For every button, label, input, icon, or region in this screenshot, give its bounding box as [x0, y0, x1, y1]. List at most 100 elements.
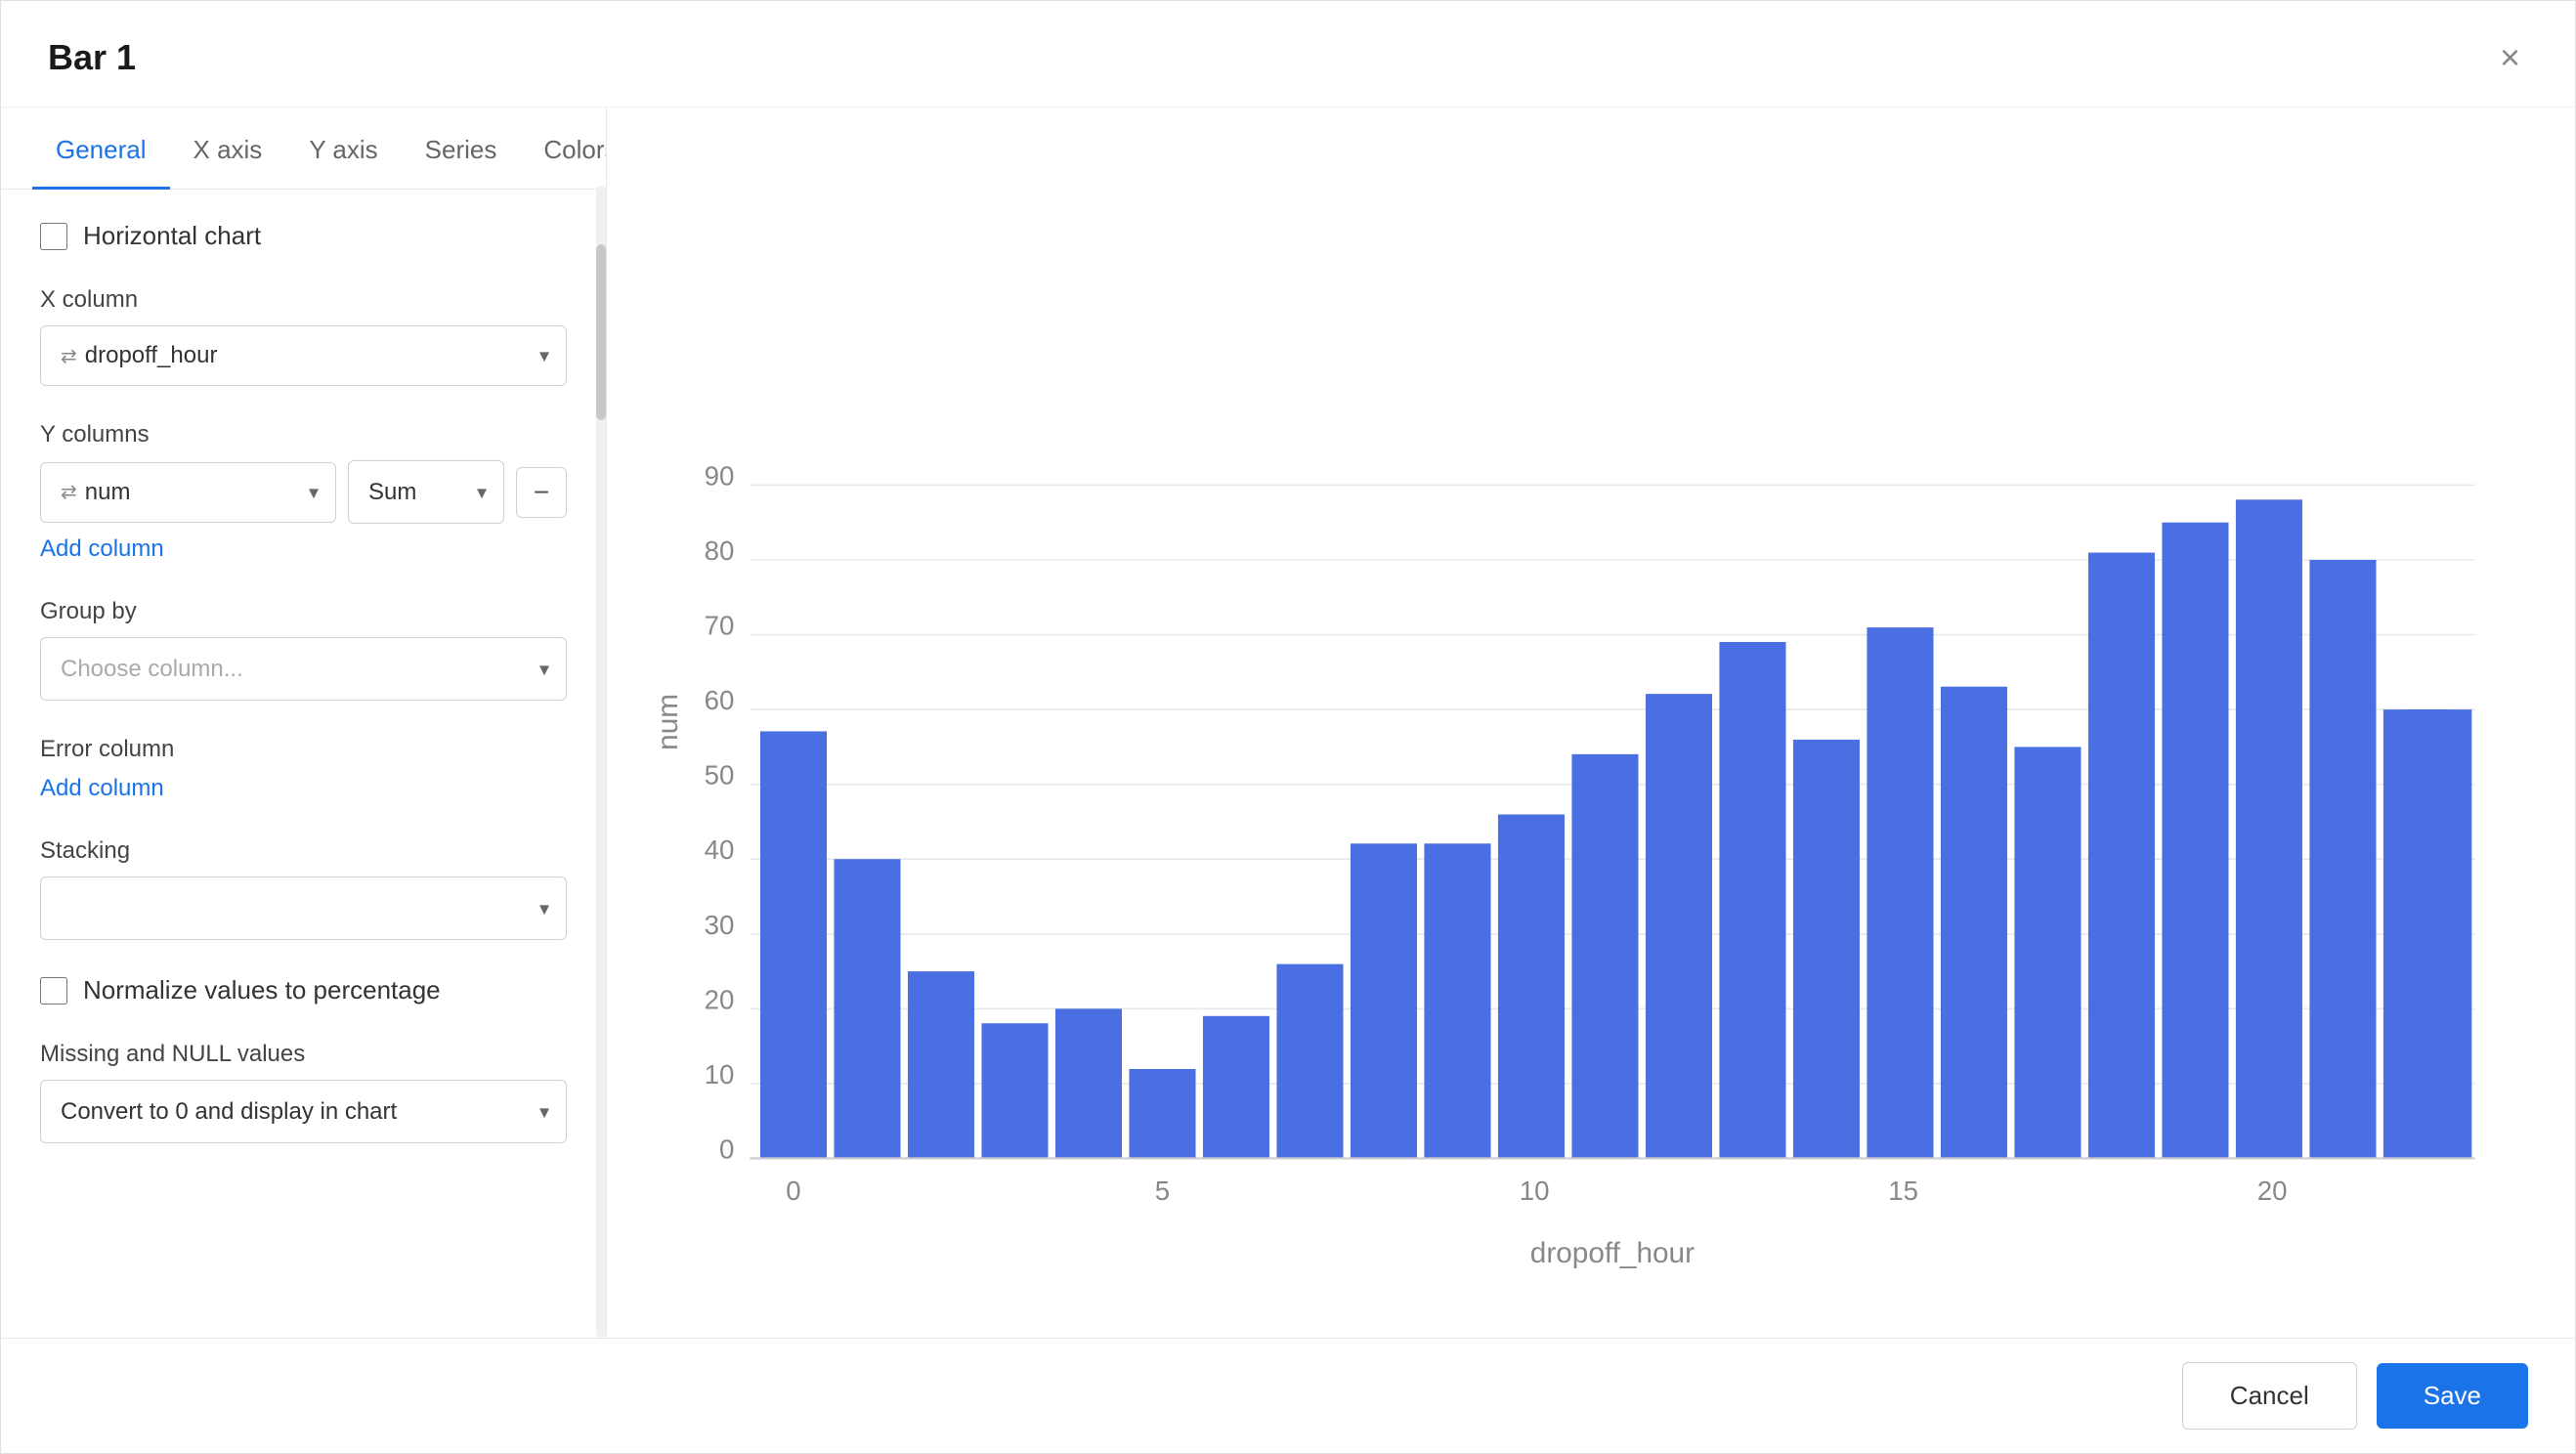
- bar-3: [981, 1023, 1048, 1158]
- svg-text:70: 70: [705, 611, 735, 641]
- bar-17: [2014, 747, 2081, 1158]
- dialog-header: Bar 1 ×: [1, 1, 2575, 107]
- svg-text:15: 15: [1888, 1176, 1918, 1206]
- left-panel: General X axis Y axis Series Colors Data…: [1, 107, 607, 1338]
- dialog: Bar 1 × General X axis Y axis Series Col…: [0, 0, 2576, 1454]
- bar-2: [908, 971, 974, 1158]
- bar-15: [1867, 627, 1933, 1158]
- dialog-title: Bar 1: [48, 37, 136, 78]
- group-by-group: Group by Choose column... ▾: [40, 598, 567, 701]
- x-axis-ticks: 0 5 10 15 20: [786, 1176, 2287, 1206]
- dialog-body: General X axis Y axis Series Colors Data…: [1, 107, 2575, 1338]
- bar-1: [834, 859, 900, 1158]
- bar-16: [1941, 687, 2007, 1159]
- y-col-select-wrapper: ⇄ num ▾: [40, 462, 336, 523]
- bar-13: [1719, 642, 1785, 1158]
- tab-colors[interactable]: Colors: [520, 107, 607, 190]
- x-column-label: X column: [40, 286, 567, 314]
- add-y-column-button[interactable]: Add column: [40, 535, 567, 563]
- y-col-value: num: [85, 479, 131, 506]
- svg-text:90: 90: [705, 460, 735, 491]
- stacking-select[interactable]: Normal Percent: [40, 877, 567, 940]
- tab-series[interactable]: Series: [402, 107, 521, 190]
- normalize-checkbox[interactable]: [40, 977, 67, 1005]
- svg-text:30: 30: [705, 910, 735, 940]
- chart-container: num 0 10 20 30 40 50 60 70 80 90: [646, 147, 2516, 1318]
- close-button[interactable]: ×: [2492, 32, 2528, 83]
- bar-10: [1498, 815, 1565, 1159]
- svg-text:20: 20: [2257, 1176, 2288, 1206]
- x-column-group: X column ⇄ dropoff_hour ▾: [40, 286, 567, 386]
- bars-group: [760, 499, 2471, 1158]
- x-column-value: dropoff_hour: [85, 342, 218, 369]
- right-panel: num 0 10 20 30 40 50 60 70 80 90: [607, 107, 2575, 1338]
- dialog-footer: Cancel Save: [1, 1338, 2575, 1453]
- svg-text:5: 5: [1155, 1176, 1170, 1206]
- svg-text:60: 60: [705, 685, 735, 715]
- error-column-group: Error column Add column: [40, 736, 567, 802]
- tab-xaxis[interactable]: X axis: [170, 107, 286, 190]
- missing-null-group: Missing and NULL values Convert to 0 and…: [40, 1041, 567, 1143]
- x-axis-label: dropoff_hour: [1530, 1237, 1695, 1269]
- svg-text:80: 80: [705, 535, 735, 566]
- agg-select-wrapper: Sum Count Average Min Max ▾: [348, 460, 504, 524]
- stacking-select-wrapper: Normal Percent ▾: [40, 877, 567, 940]
- normalize-label: Normalize values to percentage: [83, 975, 441, 1005]
- svg-text:40: 40: [705, 834, 735, 865]
- bar-14: [1793, 740, 1860, 1159]
- save-button[interactable]: Save: [2377, 1363, 2528, 1429]
- bar-20: [2236, 499, 2302, 1158]
- svg-text:0: 0: [786, 1176, 800, 1206]
- add-error-column-button[interactable]: Add column: [40, 775, 567, 802]
- bar-0: [760, 731, 827, 1158]
- scrollbar-track[interactable]: [596, 186, 606, 1338]
- agg-select[interactable]: Sum Count Average Min Max: [348, 460, 504, 524]
- y-columns-row: ⇄ num ▾ Sum Count Average Min Max: [40, 460, 567, 524]
- horizontal-chart-row: Horizontal chart: [40, 221, 567, 251]
- y-columns-label: Y columns: [40, 421, 567, 449]
- horizontal-chart-label: Horizontal chart: [83, 221, 261, 251]
- y-axis-label: num: [652, 694, 684, 750]
- bar-4: [1055, 1008, 1122, 1158]
- bar-23: [2405, 709, 2471, 1158]
- missing-null-select[interactable]: Convert to 0 and display in chart Skip/i…: [40, 1080, 567, 1143]
- bar-6: [1203, 1016, 1269, 1159]
- svg-text:20: 20: [705, 984, 735, 1014]
- error-column-label: Error column: [40, 736, 567, 763]
- group-by-label: Group by: [40, 598, 567, 625]
- bar-9: [1424, 843, 1490, 1158]
- missing-null-label: Missing and NULL values: [40, 1041, 567, 1068]
- bar-12: [1646, 694, 1712, 1158]
- x-column-select[interactable]: ⇄ dropoff_hour: [40, 325, 567, 386]
- svg-text:10: 10: [705, 1059, 735, 1090]
- bar-5: [1129, 1069, 1195, 1158]
- svg-text:0: 0: [719, 1133, 734, 1164]
- y-columns-group: Y columns ⇄ num ▾ Sum Count: [40, 421, 567, 563]
- missing-null-select-wrapper: Convert to 0 and display in chart Skip/i…: [40, 1080, 567, 1143]
- form-area: Horizontal chart X column ⇄ dropoff_hour…: [1, 190, 606, 1175]
- scrollbar-thumb[interactable]: [596, 244, 606, 420]
- group-by-select-wrapper: Choose column... ▾: [40, 637, 567, 701]
- y-col-icon: ⇄: [61, 480, 77, 504]
- horizontal-chart-checkbox[interactable]: [40, 223, 67, 250]
- tabs-container: General X axis Y axis Series Colors Data…: [1, 107, 606, 190]
- bar-7: [1276, 964, 1343, 1159]
- x-column-select-wrapper: ⇄ dropoff_hour ▾: [40, 325, 567, 386]
- bar-11: [1571, 754, 1638, 1159]
- tab-yaxis[interactable]: Y axis: [285, 107, 401, 190]
- normalize-row: Normalize values to percentage: [40, 975, 567, 1005]
- y-col-select[interactable]: ⇄ num: [40, 462, 336, 523]
- x-column-icon: ⇄: [61, 344, 77, 368]
- chart-svg: num 0 10 20 30 40 50 60 70 80 90: [646, 147, 2516, 1318]
- svg-text:10: 10: [1520, 1176, 1550, 1206]
- cancel-button[interactable]: Cancel: [2182, 1362, 2357, 1430]
- bar-8: [1351, 843, 1417, 1158]
- remove-y-column-button[interactable]: −: [516, 467, 567, 518]
- svg-text:50: 50: [705, 760, 735, 791]
- bar-19: [2162, 523, 2228, 1159]
- stacking-group: Stacking Normal Percent ▾: [40, 837, 567, 940]
- bar-18: [2088, 553, 2155, 1159]
- bar-21: [2309, 560, 2376, 1158]
- tab-general[interactable]: General: [32, 107, 170, 190]
- group-by-select[interactable]: Choose column...: [40, 637, 567, 701]
